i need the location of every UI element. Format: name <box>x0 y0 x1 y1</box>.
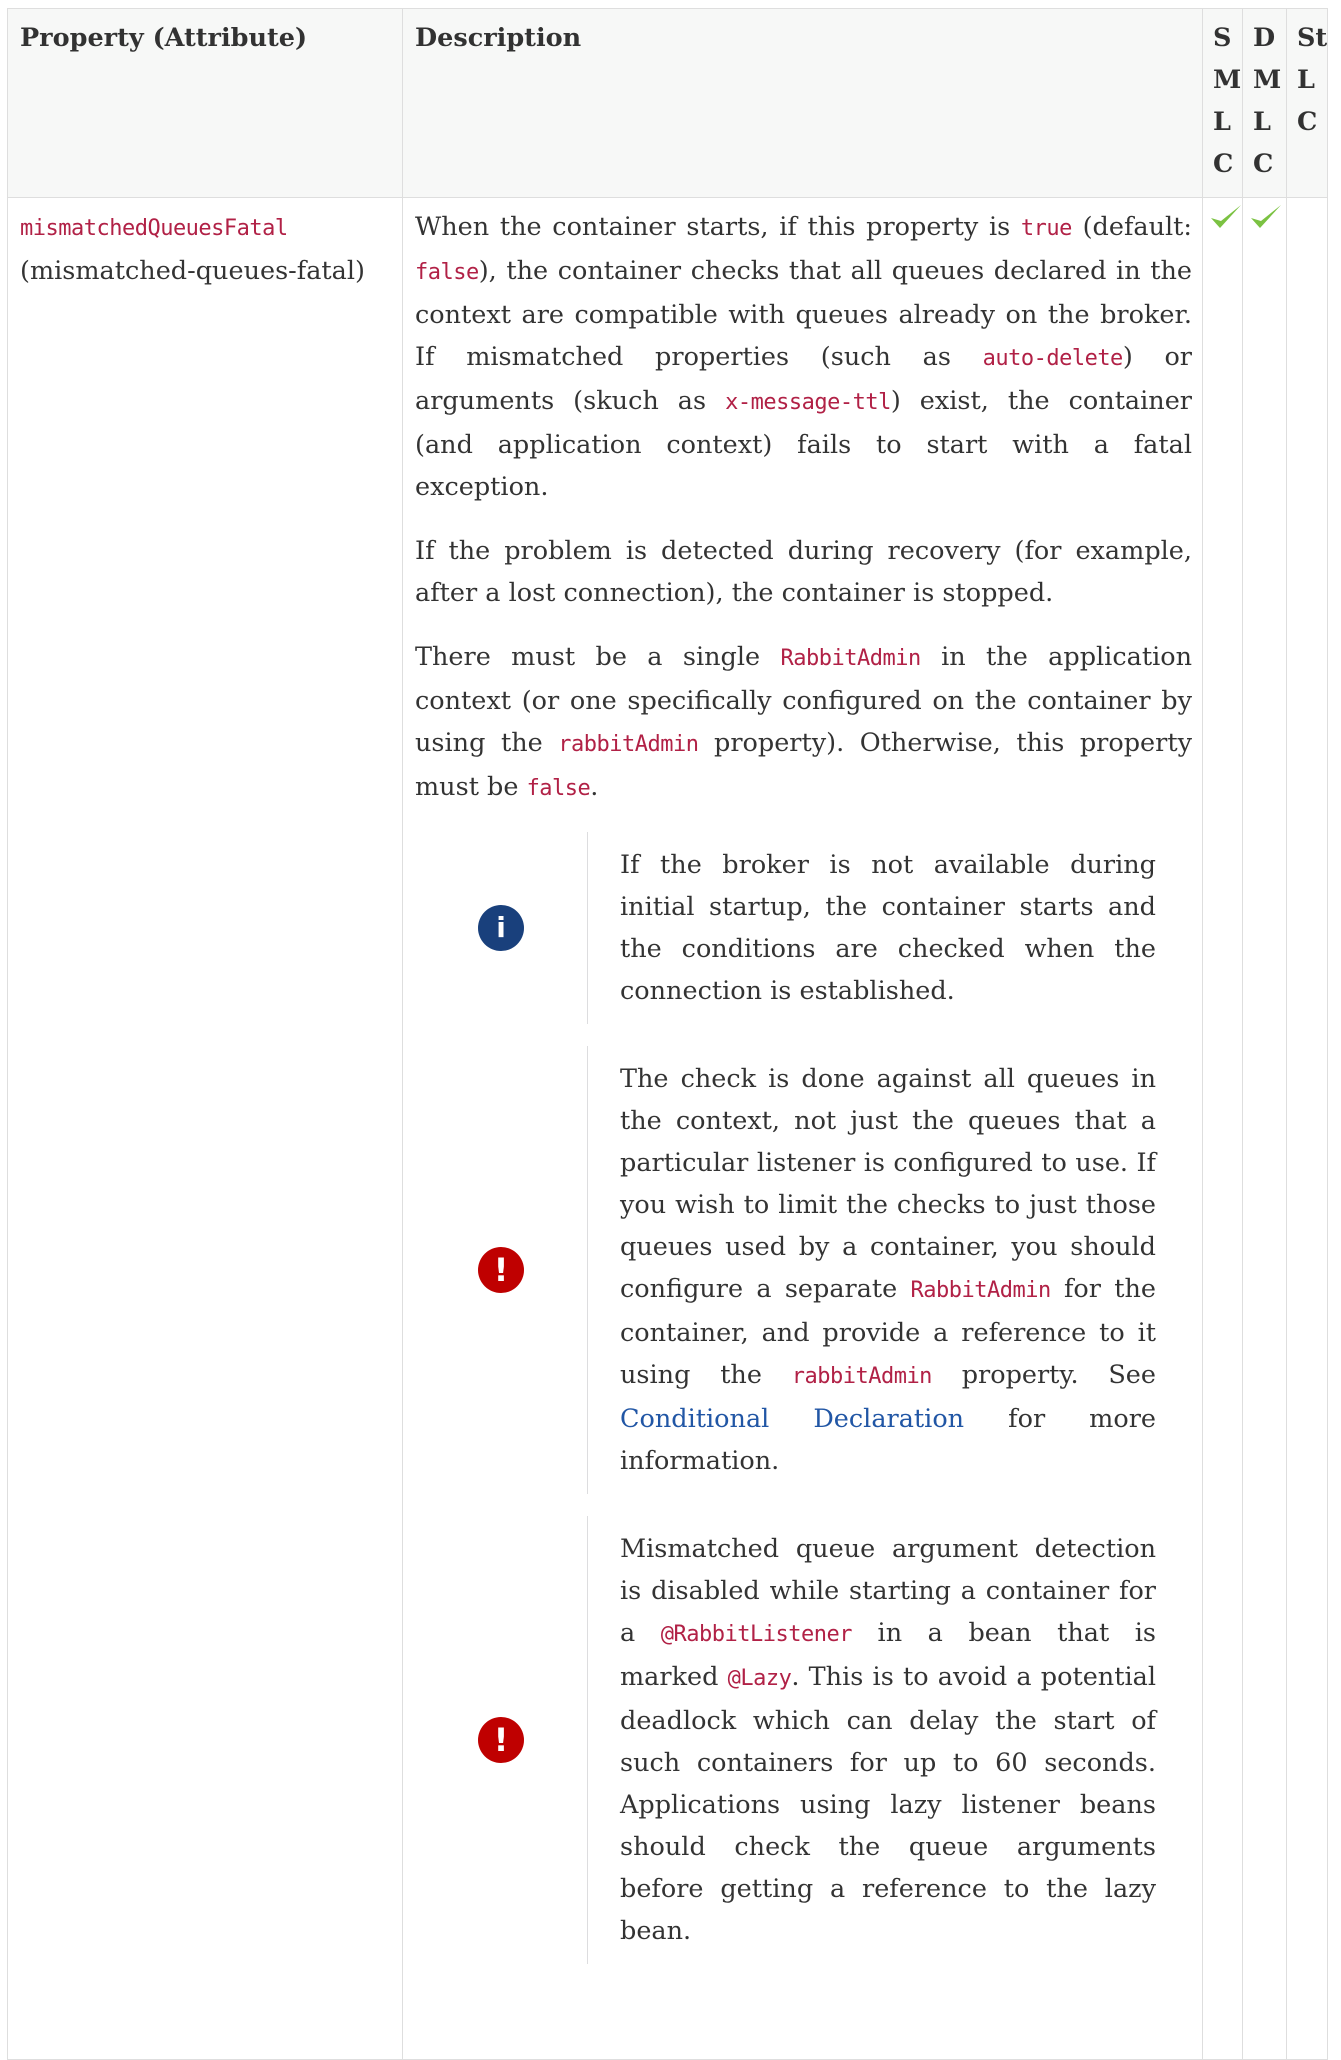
header-dmlc-letter: D <box>1253 23 1276 53</box>
note-admonition: i If the broker is not available during … <box>415 832 1192 1024</box>
inline-code: auto-delete <box>982 346 1124 371</box>
admonition-content: Mismatched queue argument detection is d… <box>588 1516 1192 1964</box>
header-smlc: S M L C <box>1202 8 1243 198</box>
smlc-cell <box>1202 197 1243 2060</box>
stlc-cell <box>1286 197 1328 2060</box>
check-icon <box>1211 205 1241 228</box>
admonition-icon-cell: ! <box>415 1516 588 1964</box>
header-dmlc-letter: L <box>1253 107 1271 137</box>
important-admonition: ! The check is done against all queues i… <box>415 1046 1192 1494</box>
inline-code: false <box>526 776 591 801</box>
header-dmlc-letter: C <box>1253 149 1274 179</box>
description-paragraph: There must be a single RabbitAdmin in th… <box>415 642 1193 802</box>
inline-code: RabbitAdmin <box>910 1278 1052 1303</box>
note-text: The check is done against all queues in … <box>620 1064 1157 1476</box>
inline-code: false <box>415 260 479 285</box>
header-stlc: St L C <box>1286 8 1328 198</box>
property-code: mismatchedQueuesFatal <box>20 216 288 241</box>
page: Property (Attribute) Description S M L C… <box>0 0 1341 2060</box>
inline-code: true <box>1020 216 1072 241</box>
inline-code: x-message-ttl <box>725 390 891 415</box>
header-smlc-letter: M <box>1213 65 1242 95</box>
table-header-row: Property (Attribute) Description S M L C… <box>7 8 1328 198</box>
header-stlc-letter: L <box>1297 65 1315 95</box>
property-attribute: (mismatched-queues-fatal) <box>20 256 365 286</box>
description-paragraph: When the container starts, if this prope… <box>415 212 1193 502</box>
admonition-icon-cell: ! <box>415 1046 588 1494</box>
inline-code: @Lazy <box>727 1666 792 1691</box>
property-name-cell: mismatchedQueuesFatal (mismatched-queues… <box>7 197 403 2060</box>
inline-code: @RabbitListener <box>660 1622 853 1647</box>
conditional-declaration-link[interactable]: Conditional Declaration <box>620 1404 964 1434</box>
info-icon: i <box>478 905 524 951</box>
dmlc-cell <box>1242 197 1287 2060</box>
check-icon <box>1251 205 1281 228</box>
important-admonition: ! Mismatched queue argument detection is… <box>415 1516 1192 1964</box>
admonition-icon-cell: i <box>415 832 588 1024</box>
table-row: mismatchedQueuesFatal (mismatched-queues… <box>7 197 1328 2060</box>
header-property: Property (Attribute) <box>7 8 403 198</box>
header-description: Description <box>402 8 1203 198</box>
note-text: If the broker is not available during in… <box>620 850 1156 1006</box>
description-paragraph: If the problem is detected during recove… <box>415 536 1192 608</box>
container-properties-table: Property (Attribute) Description S M L C… <box>7 8 1328 2060</box>
warning-icon: ! <box>478 1717 524 1763</box>
note-text: Mismatched queue argument detection is d… <box>620 1534 1156 1946</box>
inline-code: RabbitAdmin <box>780 646 922 671</box>
header-smlc-letter: S <box>1213 23 1232 53</box>
header-dmlc: D M L C <box>1242 8 1287 198</box>
inline-code: rabbitAdmin <box>791 1364 933 1389</box>
header-smlc-letter: C <box>1213 149 1234 179</box>
admonition-content: The check is done against all queues in … <box>588 1046 1192 1494</box>
warning-icon: ! <box>478 1247 524 1293</box>
description-cell: When the container starts, if this prope… <box>402 197 1203 2060</box>
header-smlc-letter: L <box>1213 107 1231 137</box>
admonition-content: If the broker is not available during in… <box>588 832 1192 1024</box>
header-stlc-letter: St <box>1297 23 1328 53</box>
header-stlc-letter: C <box>1297 107 1318 137</box>
header-dmlc-letter: M <box>1253 65 1282 95</box>
inline-code: rabbitAdmin <box>558 732 699 757</box>
